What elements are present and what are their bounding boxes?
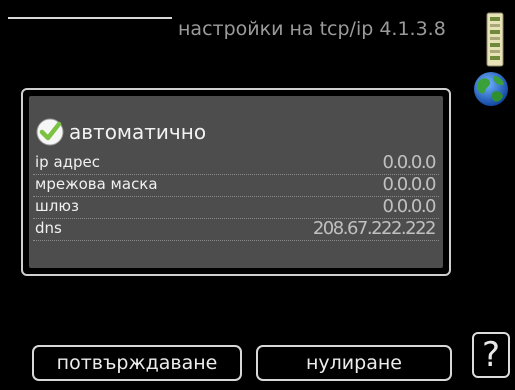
dns-value: 208.67.222.222: [312, 218, 437, 239]
reset-button[interactable]: нулиране: [256, 345, 452, 381]
tcpip-settings-panel: автоматично ip адрес 0.0.0.0 мрежова мас…: [21, 88, 451, 276]
dns-label: dns: [35, 219, 62, 237]
ip-address-row[interactable]: ip адрес 0.0.0.0: [33, 152, 439, 175]
title-divider: [8, 17, 172, 19]
help-button[interactable]: ?: [472, 332, 510, 378]
ip-address-label: ip адрес: [35, 153, 101, 171]
thermometer-icon: [486, 12, 504, 67]
confirm-button[interactable]: потвърждаване: [32, 345, 242, 381]
gateway-value: 0.0.0.0: [382, 196, 437, 217]
settings-list: автоматично ip адрес 0.0.0.0 мрежова мас…: [29, 96, 443, 268]
ip-address-value: 0.0.0.0: [382, 152, 437, 173]
subnet-mask-value: 0.0.0.0: [382, 174, 437, 195]
subnet-mask-row[interactable]: мрежова маска 0.0.0.0: [33, 174, 439, 197]
gateway-label: шлюз: [35, 197, 79, 215]
page-title: настройки на tcp/ip 4.1.3.8: [178, 18, 446, 40]
globe-icon[interactable]: [472, 70, 510, 108]
automatic-label: автоматично: [69, 120, 207, 144]
automatic-option[interactable]: автоматично: [35, 116, 206, 148]
checkmark-icon: [36, 118, 64, 146]
subnet-mask-label: мрежова маска: [35, 175, 158, 193]
gateway-row[interactable]: шлюз 0.0.0.0: [33, 196, 439, 219]
dns-row[interactable]: dns 208.67.222.222: [33, 218, 439, 241]
